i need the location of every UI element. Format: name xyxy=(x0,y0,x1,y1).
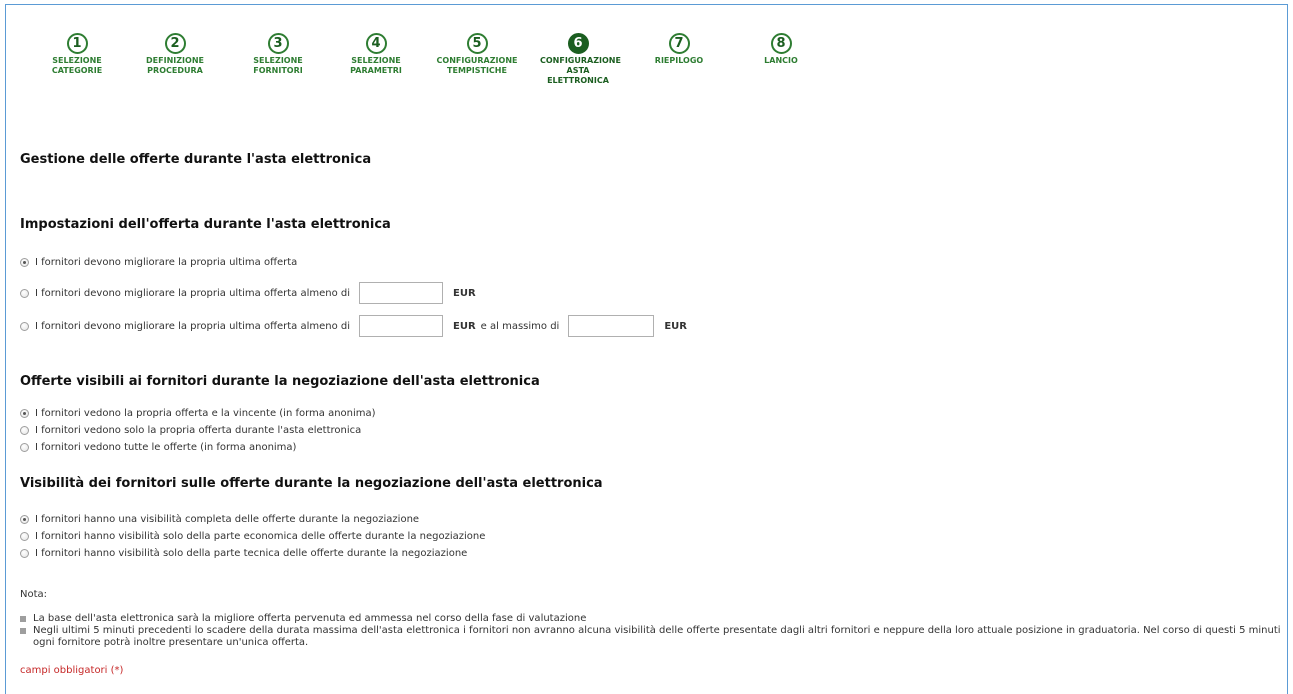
step-8[interactable]: 8 LANCIO xyxy=(733,33,829,66)
page-title: Gestione delle offerte durante l'asta el… xyxy=(20,152,372,167)
note-item: Negli ultimi 5 minuti precedenti lo scad… xyxy=(20,625,1282,649)
step-4[interactable]: 4 SELEZIONE PARAMETRI xyxy=(328,33,424,76)
visibility-option-label: I fornitori hanno una visibilità complet… xyxy=(35,514,420,525)
currency-label: EUR xyxy=(453,320,476,332)
step-number: 2 xyxy=(164,33,186,54)
radio-button[interactable] xyxy=(20,288,29,298)
radio-button[interactable] xyxy=(20,409,29,418)
nota-label: Nota: xyxy=(20,589,48,600)
visible-option-label: I fornitori vedono la propria offerta e … xyxy=(35,408,376,419)
radio-button[interactable] xyxy=(20,426,29,435)
step-label: DEFINIZIONE PROCEDURA xyxy=(146,56,204,75)
step-3[interactable]: 3 SELEZIONE FORNITORI xyxy=(230,33,326,76)
step-7[interactable]: 7 RIEPILOGO xyxy=(631,33,727,66)
step-number: 7 xyxy=(668,33,690,54)
max-improvement-input[interactable] xyxy=(568,315,655,337)
required-fields-note: campi obbligatori (*) xyxy=(20,665,124,676)
step-number: 1 xyxy=(66,33,88,54)
visibility-option-3[interactable]: I fornitori hanno visibilità solo della … xyxy=(20,548,467,559)
visibility-option-1[interactable]: I fornitori hanno una visibilità complet… xyxy=(20,514,419,525)
note-text: La base dell'asta elettronica sarà la mi… xyxy=(33,613,587,624)
visibility-option-2[interactable]: I fornitori hanno visibilità solo della … xyxy=(20,531,485,542)
currency-label: EUR xyxy=(664,320,687,332)
visibility-option-label: I fornitori hanno visibilità solo della … xyxy=(35,548,468,559)
step-label: CONFIGURAZIONE ASTA ELETTRONICA xyxy=(540,56,621,85)
bullet-square-icon xyxy=(20,616,26,622)
visibility-option-label: I fornitori hanno visibilità solo della … xyxy=(35,531,486,542)
visible-option-1[interactable]: I fornitori vedono la propria offerta e … xyxy=(20,408,376,419)
offer-option-2-label: I fornitori devono migliorare la propria… xyxy=(35,287,351,299)
step-label: SELEZIONE FORNITORI xyxy=(253,56,303,75)
step-label: LANCIO xyxy=(764,56,798,65)
radio-button[interactable] xyxy=(20,258,29,267)
step-number: 8 xyxy=(770,33,792,54)
currency-label: EUR xyxy=(453,287,476,299)
min-improvement-input[interactable] xyxy=(359,282,444,304)
step-label: CONFIGURAZIONE TEMPISTICHE xyxy=(436,56,518,75)
step-label: RIEPILOGO xyxy=(654,56,704,65)
step-2[interactable]: 2 DEFINIZIONE PROCEDURA xyxy=(127,33,223,76)
step-5[interactable]: 5 CONFIGURAZIONE TEMPISTICHE xyxy=(429,33,525,76)
step-number: 5 xyxy=(466,33,488,54)
radio-button[interactable] xyxy=(20,549,29,558)
radio-button[interactable] xyxy=(20,515,29,524)
offer-option-1[interactable]: I fornitori devono migliorare la propria… xyxy=(20,257,297,268)
step-1[interactable]: 1 SELEZIONE CATEGORIE xyxy=(29,33,125,76)
step-number: 3 xyxy=(267,33,289,54)
radio-button[interactable] xyxy=(20,443,29,452)
visible-option-label: I fornitori vedono tutte le offerte (in … xyxy=(35,442,297,453)
visible-option-label: I fornitori vedono solo la propria offer… xyxy=(35,425,362,436)
step-number: 4 xyxy=(365,33,387,54)
visible-option-3[interactable]: I fornitori vedono tutte le offerte (in … xyxy=(20,442,296,453)
content-frame xyxy=(5,4,1288,694)
step-label: SELEZIONE PARAMETRI xyxy=(350,56,402,75)
offer-option-3[interactable]: I fornitori devono migliorare la propria… xyxy=(20,315,687,337)
max-label: e al massimo di xyxy=(480,320,560,332)
visibility-title: Visibilità dei fornitori sulle offerte d… xyxy=(20,476,603,491)
step-label: SELEZIONE CATEGORIE xyxy=(51,56,103,75)
visible-option-2[interactable]: I fornitori vedono solo la propria offer… xyxy=(20,425,361,436)
offer-option-2[interactable]: I fornitori devono migliorare la propria… xyxy=(20,282,476,304)
note-text: Negli ultimi 5 minuti precedenti lo scad… xyxy=(33,625,1281,648)
bullet-square-icon xyxy=(20,628,26,634)
radio-button[interactable] xyxy=(20,532,29,541)
offer-settings-title: Impostazioni dell'offerta durante l'asta… xyxy=(20,217,391,232)
min-improvement-input-2[interactable] xyxy=(359,315,444,337)
radio-button[interactable] xyxy=(20,321,29,331)
step-6[interactable]: 6 CONFIGURAZIONE ASTA ELETTRONICA xyxy=(530,33,626,86)
visible-offers-title: Offerte visibili ai fornitori durante la… xyxy=(20,374,540,389)
step-number: 6 xyxy=(567,33,589,54)
offer-option-1-label: I fornitori devono migliorare la propria… xyxy=(35,257,298,268)
note-item: La base dell'asta elettronica sarà la mi… xyxy=(20,613,1282,625)
offer-option-3-label: I fornitori devono migliorare la propria… xyxy=(35,320,351,332)
